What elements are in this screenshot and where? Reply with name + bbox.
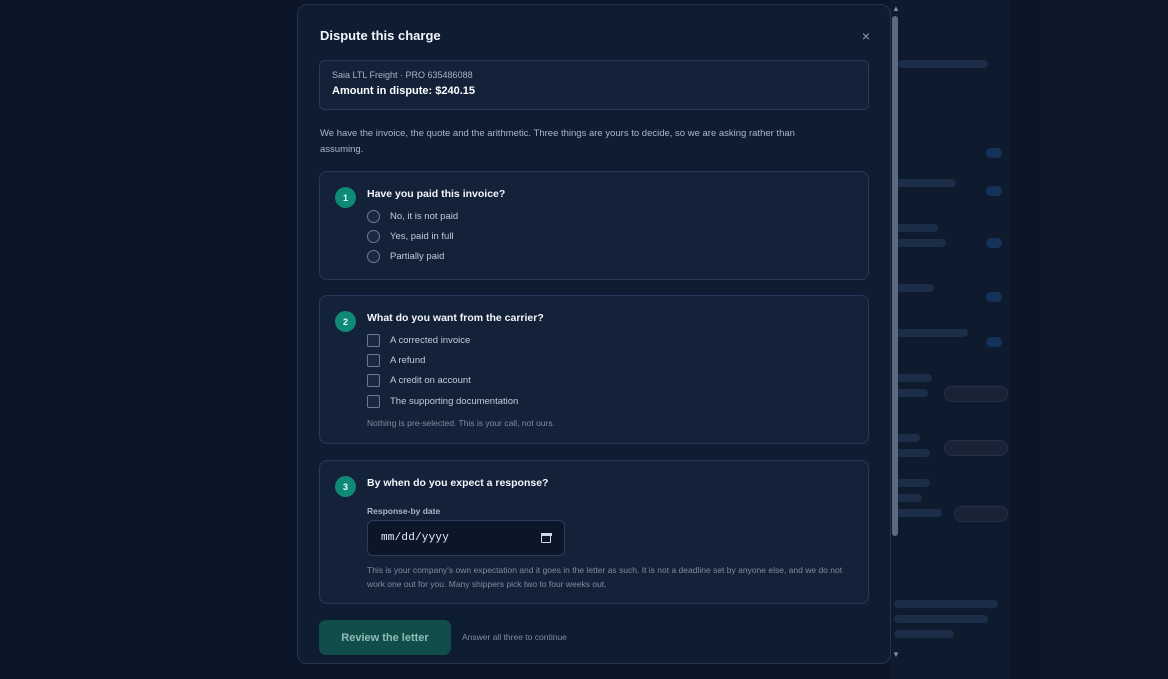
intro-text: We have the invoice, the quote and the a…: [320, 128, 795, 155]
question-card-paid: 1 Have you paid this invoice? No, it is …: [319, 171, 869, 280]
background-pill: [986, 337, 1002, 347]
checkbox[interactable]: [367, 334, 380, 347]
checkbox[interactable]: [367, 354, 380, 367]
option-label: A credit on account: [390, 375, 471, 386]
modal-title: Dispute this charge: [320, 28, 441, 43]
background-panel: [890, 0, 1010, 679]
radio-button[interactable]: [367, 250, 380, 263]
background-line: [894, 600, 998, 608]
review-letter-button[interactable]: Review the letter: [319, 620, 451, 655]
scrollbar-thumb[interactable]: [892, 16, 898, 536]
background-chip: [954, 506, 1008, 522]
radio-option-partially-paid[interactable]: Partially paid: [367, 250, 444, 263]
close-icon[interactable]: ×: [862, 29, 870, 43]
deadline-description: This is your company's own expectation a…: [367, 565, 843, 589]
option-label: A corrected invoice: [390, 335, 471, 346]
date-placeholder: mm/dd/yyyy: [381, 532, 450, 544]
background-pill: [986, 238, 1002, 248]
selection-hint: Nothing is pre-selected. This is your ca…: [367, 418, 555, 428]
dispute-modal: Dispute this charge × Saia LTL Freight ·…: [297, 4, 891, 664]
question-card-request: 2 What do you want from the carrier? A c…: [319, 295, 869, 444]
radio-option-not-paid[interactable]: No, it is not paid: [367, 210, 458, 223]
checkbox-credit[interactable]: A credit on account: [367, 374, 471, 387]
charge-summary: Saia LTL Freight · PRO 635486088 Amount …: [319, 60, 869, 110]
date-field-label: Response-by date: [367, 506, 441, 516]
background-line: [894, 179, 956, 187]
background-line: [894, 615, 988, 623]
step-badge: 1: [335, 187, 356, 208]
background-line: [898, 60, 988, 68]
checkbox[interactable]: [367, 374, 380, 387]
background-pill: [986, 148, 1002, 158]
modal-scrollbar[interactable]: ▲ ▼: [891, 4, 901, 660]
checkbox-corrected-invoice[interactable]: A corrected invoice: [367, 334, 470, 347]
chevron-up-icon[interactable]: ▲: [892, 4, 900, 13]
background-chip: [944, 386, 1008, 402]
question-title: Have you paid this invoice?: [367, 188, 506, 200]
background-line: [894, 509, 942, 517]
radio-button[interactable]: [367, 210, 380, 223]
dispute-amount: Amount in dispute: $240.15: [332, 85, 476, 97]
background-pill: [986, 292, 1002, 302]
option-label: Yes, paid in full: [390, 231, 454, 242]
background-line: [894, 239, 946, 247]
option-label: No, it is not paid: [390, 211, 459, 222]
background-chip: [944, 440, 1008, 456]
radio-button[interactable]: [367, 230, 380, 243]
step-badge: 2: [335, 311, 356, 332]
continue-hint: Answer all three to continue: [462, 632, 567, 642]
calendar-icon[interactable]: [540, 533, 552, 543]
chevron-down-icon[interactable]: ▼: [892, 650, 900, 659]
background-pill: [986, 186, 1002, 196]
question-card-deadline: 3 By when do you expect a response? Resp…: [319, 460, 869, 604]
question-title: By when do you expect a response?: [367, 477, 549, 489]
step-badge: 3: [335, 476, 356, 497]
background-line: [894, 329, 968, 337]
background-strip: [1040, 0, 1168, 679]
option-label: The supporting documentation: [390, 396, 519, 407]
checkbox[interactable]: [367, 395, 380, 408]
carrier-meta: Saia LTL Freight · PRO 635486088: [332, 70, 473, 80]
radio-option-paid-full[interactable]: Yes, paid in full: [367, 230, 454, 243]
option-label: Partially paid: [390, 251, 445, 262]
checkbox-refund[interactable]: A refund: [367, 354, 425, 367]
background-line: [894, 630, 954, 638]
checkbox-documentation[interactable]: The supporting documentation: [367, 395, 518, 408]
response-date-input[interactable]: mm/dd/yyyy: [367, 520, 565, 556]
question-title: What do you want from the carrier?: [367, 312, 544, 324]
option-label: A refund: [390, 355, 426, 366]
